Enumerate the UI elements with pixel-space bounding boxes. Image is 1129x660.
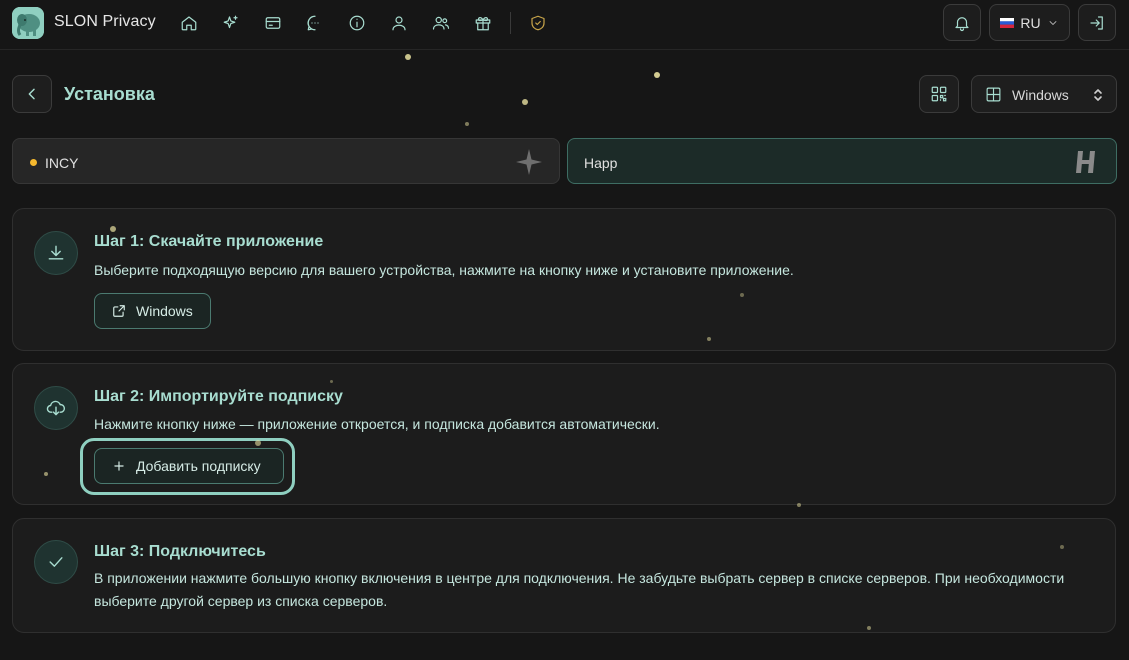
step-card-connect: Шаг 3: Подключитесь В приложении нажмите…	[12, 518, 1116, 633]
download-icon	[34, 231, 78, 275]
app-tab-happ[interactable]: Happ	[567, 138, 1117, 184]
gift-icon[interactable]	[472, 12, 494, 34]
check-icon	[34, 540, 78, 584]
russia-flag-icon	[1000, 17, 1015, 28]
external-link-icon	[113, 305, 125, 317]
card-icon[interactable]	[262, 12, 284, 34]
shield-icon[interactable]	[527, 12, 549, 34]
step-description: В приложении нажмите большую кнопку вклю…	[94, 570, 1065, 609]
step-description: Нажмите кнопку ниже — приложение откроет…	[94, 416, 660, 432]
qr-code-button[interactable]	[919, 75, 959, 113]
logout-icon	[1090, 15, 1103, 30]
step-title: Шаг 3: Подключитесь	[94, 543, 266, 560]
happ-logo-icon	[1076, 151, 1095, 173]
step-description: Выберите подходящую версию для вашего ус…	[94, 262, 794, 278]
page-title: Установка	[64, 84, 155, 104]
windows-icon	[986, 87, 1001, 102]
step-card-import: Шаг 2: Импортируйте подписку Нажмите кно…	[12, 363, 1116, 505]
chat-icon[interactable]	[304, 12, 326, 34]
app-tab-label: INCY	[45, 155, 79, 171]
bell-icon	[955, 16, 969, 31]
user-icon[interactable]	[388, 12, 410, 34]
incy-logo-icon	[516, 149, 542, 175]
step-title: Шаг 1: Скачайте приложение	[94, 233, 324, 250]
sparkles-icon[interactable]	[220, 12, 242, 34]
qr-code-icon	[931, 86, 947, 102]
chevron-left-icon	[28, 88, 35, 100]
language-label: RU	[1020, 14, 1041, 31]
particle	[522, 99, 528, 105]
chevron-updown-icon	[1094, 89, 1102, 101]
brand-name: SLON Privacy	[54, 13, 156, 30]
notifications-button[interactable]	[943, 4, 981, 41]
os-select[interactable]: Windows	[971, 75, 1117, 113]
os-select-value: Windows	[1012, 87, 1069, 103]
download-windows-button[interactable]: Windows	[94, 293, 211, 329]
add-subscription-button[interactable]: Добавить подписку	[94, 448, 284, 484]
chevron-down-icon	[1049, 20, 1057, 25]
app-tab-incy[interactable]: INCY	[12, 138, 560, 184]
button-label: Добавить подписку	[136, 458, 261, 474]
app-tab-label: Happ	[584, 155, 618, 171]
users-icon[interactable]	[430, 12, 452, 34]
top-navigation-bar: SLON Privacy RU	[0, 0, 1129, 50]
cloud-download-icon	[34, 386, 78, 430]
back-button[interactable]	[12, 75, 52, 113]
info-icon[interactable]	[346, 12, 368, 34]
plus-icon	[114, 461, 124, 471]
nav-divider	[510, 12, 511, 34]
particle	[465, 122, 469, 126]
home-icon[interactable]	[178, 12, 200, 34]
status-dot	[30, 159, 37, 166]
particle	[405, 54, 411, 60]
particle	[654, 72, 660, 78]
elephant-logo[interactable]	[12, 7, 44, 39]
language-selector[interactable]: RU	[989, 4, 1070, 41]
step-title: Шаг 2: Импортируйте подписку	[94, 388, 343, 405]
step-card-download: Шаг 1: Скачайте приложение Выберите подх…	[12, 208, 1116, 351]
button-label: Windows	[136, 303, 193, 319]
logout-button[interactable]	[1078, 4, 1116, 41]
